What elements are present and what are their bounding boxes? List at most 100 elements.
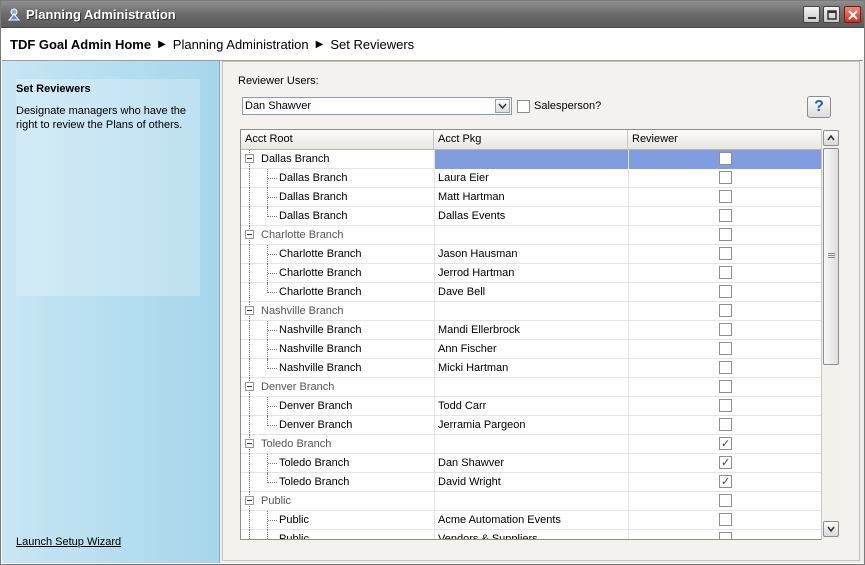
column-header-acct-root[interactable]: Acct Root — [241, 130, 434, 150]
reviewer-checkbox[interactable] — [719, 399, 732, 412]
table-row[interactable]: Dallas Branch Laura Eier — [241, 169, 823, 188]
table-row[interactable]: Public Vendors & Suppliers — [241, 530, 823, 539]
reviewer-checkbox[interactable] — [719, 228, 732, 241]
reviewer-checkbox[interactable] — [719, 266, 732, 279]
column-header-acct-pkg[interactable]: Acct Pkg — [434, 130, 628, 150]
table-row[interactable]: Nashville Branch Micki Hartman — [241, 359, 823, 378]
cell-acct-root: Nashville Branch — [241, 359, 434, 378]
cell-acct-pkg: Dan Shawver — [434, 454, 628, 473]
table-row[interactable]: Denver Branch Jerramia Pargeon — [241, 416, 823, 435]
reviewer-checkbox[interactable] — [719, 304, 732, 317]
cell-acct-root: Toledo Branch — [241, 435, 434, 454]
acct-root-label: Denver Branch — [279, 419, 353, 431]
tree-line — [268, 520, 277, 521]
reviewer-checkbox[interactable] — [719, 418, 732, 431]
minimize-button[interactable] — [803, 6, 820, 23]
table-row[interactable]: Charlotte Branch Dave Bell — [241, 283, 823, 302]
sidebar-heading: Set Reviewers — [16, 83, 91, 95]
reviewer-checkbox[interactable] — [719, 342, 732, 355]
reviewer-checkbox[interactable] — [719, 323, 732, 336]
reviewer-checkbox[interactable] — [719, 435, 732, 453]
cell-reviewer — [628, 473, 823, 492]
table-row[interactable]: Charlotte Branch Jason Hausman — [241, 245, 823, 264]
reviewer-checkbox[interactable] — [719, 494, 732, 507]
launch-setup-wizard-link[interactable]: Launch Setup Wizard — [16, 536, 121, 548]
table-row[interactable]: Dallas Branch Matt Hartman — [241, 188, 823, 207]
reviewer-checkbox[interactable] — [719, 454, 732, 472]
table-row[interactable]: Toledo Branch Dan Shawver — [241, 454, 823, 473]
scroll-up-button[interactable] — [823, 130, 839, 146]
tree-line — [268, 406, 277, 407]
cell-acct-pkg — [434, 302, 628, 321]
reviewer-checkbox[interactable] — [719, 380, 732, 393]
reviewer-checkbox[interactable] — [719, 152, 732, 165]
reviewer-checkbox[interactable] — [719, 513, 732, 526]
acct-root-label: Nashville Branch — [279, 362, 362, 374]
cell-reviewer — [628, 321, 823, 340]
scroll-grip-icon — [828, 253, 835, 258]
chevron-down-icon — [827, 526, 835, 533]
group-row[interactable]: Public — [241, 492, 823, 511]
group-row[interactable]: Charlotte Branch — [241, 226, 823, 245]
reviewer-checkbox[interactable] — [719, 209, 732, 222]
reviewer-checkbox[interactable] — [719, 247, 732, 260]
table-row[interactable]: Denver Branch Todd Carr — [241, 397, 823, 416]
cell-reviewer — [628, 302, 823, 321]
help-button[interactable]: ? — [807, 96, 831, 118]
reviewer-checkbox[interactable] — [719, 285, 732, 298]
collapse-icon[interactable] — [245, 439, 254, 448]
group-row[interactable]: Denver Branch — [241, 378, 823, 397]
breadcrumb-arrow-icon: ▶ — [158, 39, 166, 50]
collapse-icon[interactable] — [245, 382, 254, 391]
reviewer-checkbox[interactable] — [719, 190, 732, 203]
reviewer-checkbox[interactable] — [719, 532, 732, 539]
group-row[interactable]: Nashville Branch — [241, 302, 823, 321]
salesperson-option[interactable]: Salesperson? — [517, 97, 601, 115]
tree-line — [249, 530, 250, 539]
close-button[interactable] — [844, 6, 861, 23]
acct-root-label: Public — [261, 495, 291, 507]
acct-root-label: Nashville Branch — [261, 305, 344, 317]
table-row[interactable]: Nashville Branch Ann Fischer — [241, 340, 823, 359]
salesperson-checkbox[interactable] — [517, 99, 530, 113]
dropdown-arrow-button[interactable] — [495, 99, 510, 113]
grid-vertical-scrollbar[interactable] — [821, 129, 840, 540]
tree-line — [268, 368, 277, 369]
group-row[interactable]: Dallas Branch — [241, 150, 823, 169]
breadcrumb-home[interactable]: TDF Goal Admin Home — [10, 37, 151, 52]
acct-root-label: Charlotte Branch — [279, 248, 362, 260]
scroll-thumb[interactable] — [823, 148, 839, 365]
tree-line — [268, 178, 277, 179]
tree-line — [249, 264, 250, 283]
tree-line — [268, 254, 277, 255]
acct-root-label: Dallas Branch — [279, 210, 348, 222]
breadcrumb-current: Set Reviewers — [330, 37, 415, 52]
collapse-icon[interactable] — [245, 230, 254, 239]
table-row[interactable]: Public Acme Automation Events — [241, 511, 823, 530]
group-row[interactable]: Toledo Branch — [241, 435, 823, 454]
collapse-icon[interactable] — [245, 496, 254, 505]
column-header-reviewer[interactable]: Reviewer — [628, 130, 823, 150]
salesperson-label: Salesperson? — [534, 100, 602, 112]
close-icon — [848, 10, 858, 20]
cell-acct-pkg: Acme Automation Events — [434, 511, 628, 530]
cell-acct-pkg: Micki Hartman — [434, 359, 628, 378]
table-row[interactable]: Nashville Branch Mandi Ellerbrock — [241, 321, 823, 340]
cell-acct-root: Nashville Branch — [241, 321, 434, 340]
reviewer-checkbox[interactable] — [719, 361, 732, 374]
cell-acct-root: Dallas Branch — [241, 169, 434, 188]
reviewer-users-label: Reviewer Users: — [238, 75, 319, 87]
maximize-button[interactable] — [823, 6, 840, 23]
table-row[interactable]: Charlotte Branch Jerrod Hartman — [241, 264, 823, 283]
table-row[interactable]: Dallas Branch Dallas Events — [241, 207, 823, 226]
cell-reviewer — [628, 283, 823, 302]
tree-line — [268, 292, 277, 293]
reviewer-users-dropdown[interactable]: Dan Shawver — [242, 97, 512, 115]
reviewer-checkbox[interactable] — [719, 473, 732, 491]
table-row[interactable]: Toledo Branch David Wright — [241, 473, 823, 492]
collapse-icon[interactable] — [245, 154, 254, 163]
scroll-down-button[interactable] — [823, 521, 839, 537]
collapse-icon[interactable] — [245, 306, 254, 315]
reviewer-checkbox[interactable] — [719, 171, 732, 184]
breadcrumb-planning[interactable]: Planning Administration — [173, 37, 309, 52]
